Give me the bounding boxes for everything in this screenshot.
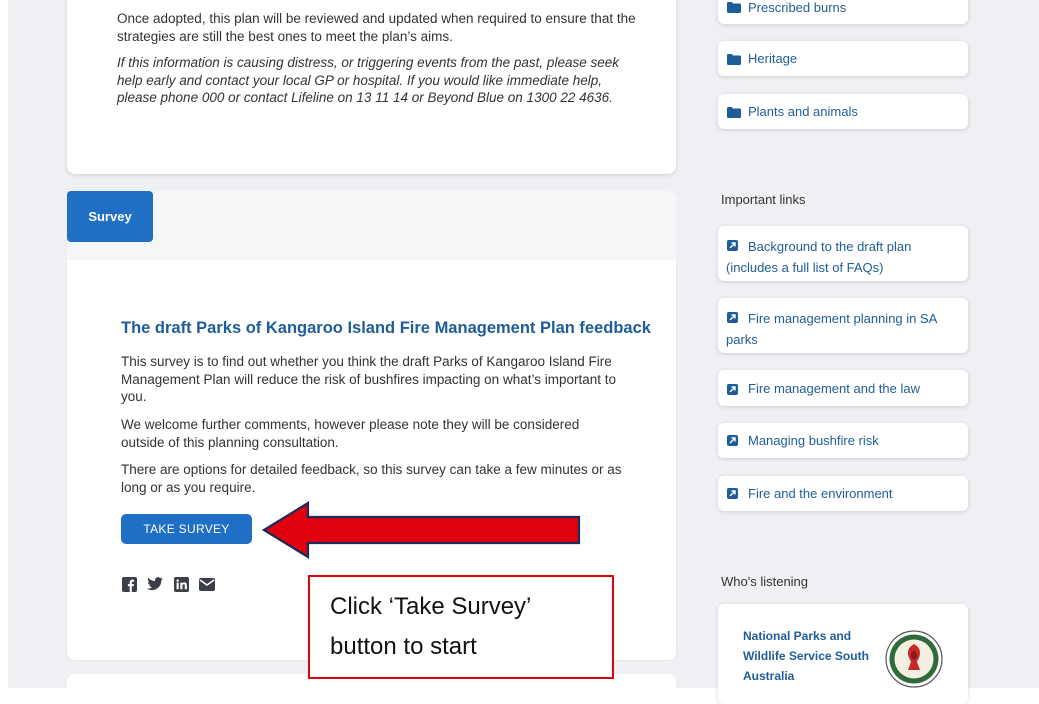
important-links-heading: Important links	[721, 192, 806, 207]
link-fire-and-environment[interactable]: Fire and the environment	[718, 476, 968, 511]
category-heritage[interactable]: Heritage	[718, 41, 968, 76]
category-label: Heritage	[748, 51, 798, 66]
folder-icon	[727, 53, 741, 65]
survey-note: We welcome further comments, however ple…	[121, 417, 580, 450]
link-fire-management-law[interactable]: Fire management and the law	[718, 370, 968, 406]
intro-card: Once adopted, this plan will be reviewed…	[67, 0, 676, 174]
tab-survey[interactable]: Survey	[67, 191, 153, 242]
category-label: Prescribed burns	[748, 0, 847, 15]
share-icons	[121, 576, 215, 594]
link-label: Managing bushfire risk	[748, 433, 879, 448]
link-label: Fire management planning in SA parks	[726, 311, 937, 347]
category-label: Plants and animals	[748, 104, 858, 119]
external-link-icon	[727, 435, 738, 446]
survey-description: This survey is to find out whether you t…	[121, 354, 616, 404]
twitter-icon[interactable]	[147, 576, 163, 592]
survey-title: The draft Parks of Kangaroo Island Fire …	[121, 319, 651, 337]
whos-listening-heading: Who's listening	[721, 574, 809, 589]
external-link-icon	[727, 488, 738, 499]
external-link-icon	[727, 312, 738, 323]
external-link-icon	[727, 240, 738, 251]
category-prescribed-burns[interactable]: Prescribed burns	[718, 0, 968, 24]
listener-name: National Parks and Wildlife Service Sout…	[743, 629, 869, 683]
category-plants-and-animals[interactable]: Plants and animals	[718, 94, 968, 129]
support-paragraph: If this information is causing distress,…	[117, 55, 619, 105]
facebook-icon[interactable]	[121, 576, 137, 592]
callout-line-2: button to start	[330, 633, 477, 660]
survey-options-text: There are options for detailed feedback,…	[121, 462, 622, 495]
listener-card: National Parks and Wildlife Service Sout…	[718, 604, 968, 704]
link-label: Background to the draft plan (includes a…	[726, 239, 912, 275]
email-icon[interactable]	[199, 576, 215, 592]
link-managing-bushfire-risk[interactable]: Managing bushfire risk	[718, 423, 968, 458]
intro-paragraph: Once adopted, this plan will be reviewed…	[117, 11, 636, 44]
link-label: Fire management and the law	[748, 381, 920, 396]
linkedin-icon[interactable]	[173, 576, 189, 592]
external-link-icon	[727, 384, 738, 395]
link-background-draft-plan[interactable]: Background to the draft plan (includes a…	[718, 226, 968, 281]
folder-icon	[727, 1, 741, 13]
red-arrow-annotation	[262, 501, 581, 559]
agency-logo	[885, 630, 943, 688]
instruction-callout: Click ‘Take Survey’ button to start	[308, 575, 614, 679]
link-label: Fire and the environment	[748, 486, 893, 501]
folder-icon	[727, 106, 741, 118]
link-fire-management-planning[interactable]: Fire management planning in SA parks	[718, 298, 968, 353]
take-survey-button[interactable]: TAKE SURVEY	[121, 514, 252, 544]
callout-line-1: Click ‘Take Survey’	[330, 593, 532, 620]
